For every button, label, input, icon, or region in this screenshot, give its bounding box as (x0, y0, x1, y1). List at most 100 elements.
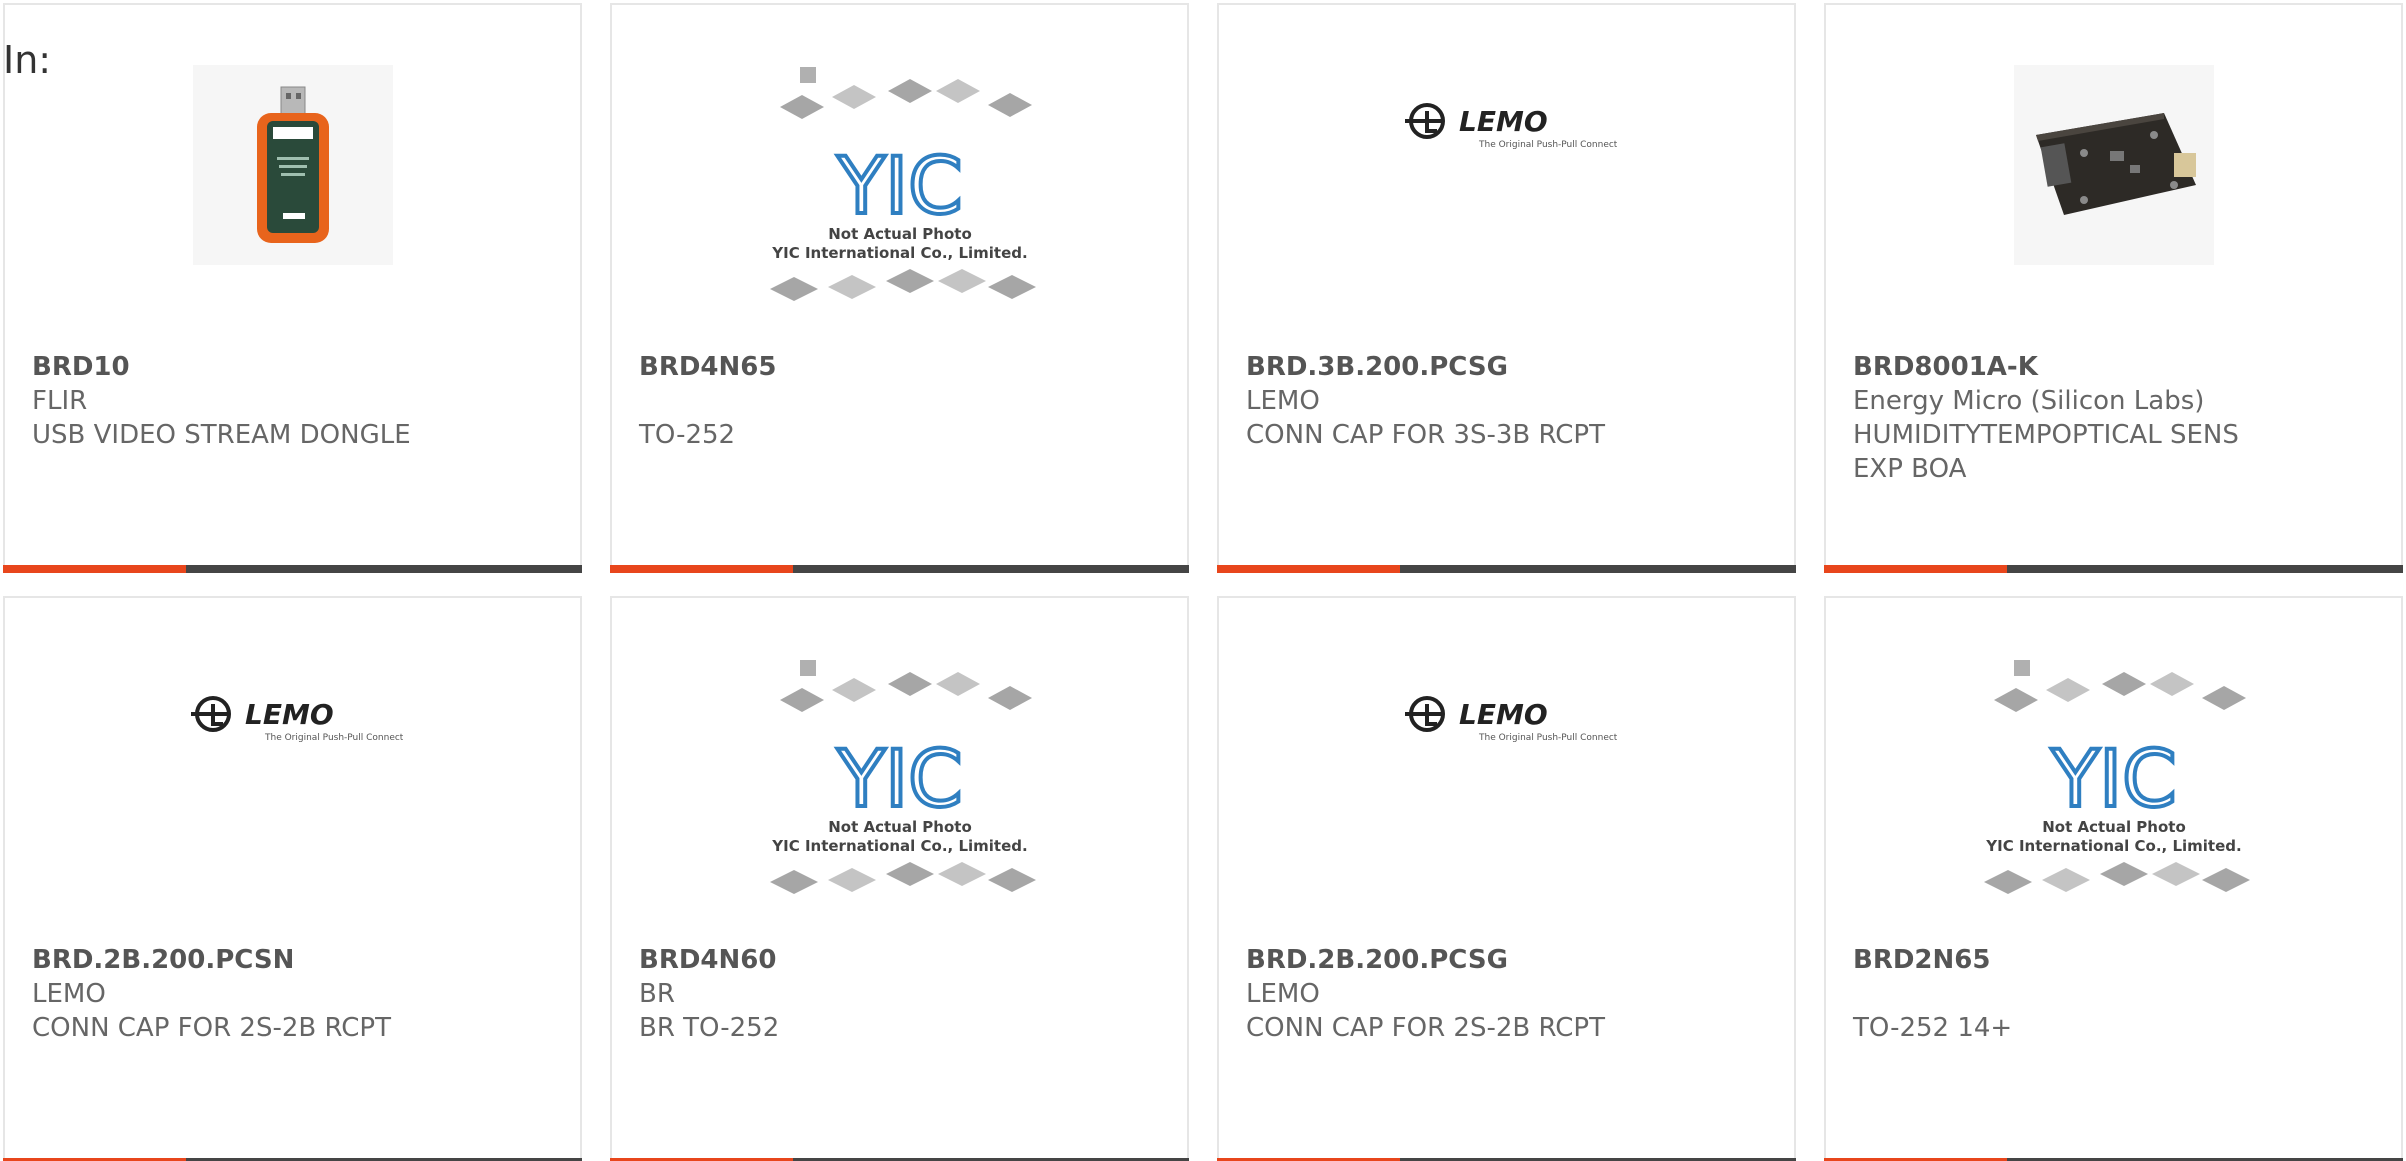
description: CONN CAP FOR 2S-2B RCPT (1246, 1013, 1605, 1043)
yic-logo: YIC (836, 735, 962, 825)
chip-icon (2045, 678, 2090, 702)
product-card[interactable]: LEMO The Original Push-Pull Connector BRD… (1217, 3, 1796, 573)
manufacturer: Energy Micro (Silicon Labs) (1853, 386, 2205, 416)
lemo-logo-image: LEMO The Original Push-Pull Connector (190, 696, 403, 743)
product-card[interactable]: LEMO The Original Push-Pull Connector BRD… (3, 596, 582, 1161)
manufacturer: FLIR (32, 386, 88, 416)
description: CONN CAP FOR 3S-3B RCPT (1246, 420, 1605, 450)
yic-logo: YIC (836, 142, 962, 232)
part-number[interactable]: BRD.3B.200.PCSG (1246, 350, 1774, 384)
part-number[interactable]: BRD.2B.200.PCSG (1246, 943, 1774, 977)
manufacturer: LEMO (1246, 979, 1320, 1009)
manufacturer: LEMO (32, 979, 106, 1009)
chip-icon (885, 862, 934, 886)
chip-icon (885, 269, 934, 293)
usb-dongle-photo (192, 65, 393, 265)
yic-company-text: YIC International Co., Limited. (771, 244, 1027, 262)
part-number[interactable]: BRD8001A-K (1853, 350, 2381, 384)
lemo-logo: LEMO The Original Push-Pull Connector (1404, 696, 1617, 743)
lemo-tagline: The Original Push-Pull Connector (1478, 733, 1617, 743)
product-image[interactable]: LEMO The Original Push-Pull Connector (1219, 65, 1794, 345)
product-card[interactable]: YIC Not Actual Photo YIC International Co.… (610, 596, 1189, 1161)
manufacturer: LEMO (1246, 386, 1320, 416)
product-card[interactable]: YIC Not Actual Photo YIC International Co.… (610, 3, 1189, 573)
manufacturer (639, 384, 1167, 418)
not-actual-photo-text: Not Actual Photo (828, 225, 972, 243)
product-image[interactable]: LEMO The Original Push-Pull Connector (1219, 658, 1794, 938)
description-continued: EXP BOA (1853, 454, 1967, 484)
yic-company-text: YIC International Co., Limited. (771, 837, 1027, 855)
part-number[interactable]: BRD.2B.200.PCSN (32, 943, 560, 977)
product-image[interactable]: YIC Not Actual Photo YIC International Co.… (612, 658, 1187, 938)
chip-icon (887, 672, 932, 696)
card-bottom-bar (610, 565, 1189, 573)
card-accent-bar (1824, 565, 2007, 573)
product-card[interactable]: BRD8001A-K Energy Micro (Silicon Labs) H… (1824, 3, 2403, 573)
chip-icon (827, 275, 876, 299)
description: HUMIDITYTEMPOPTICAL SENS (1853, 420, 2239, 450)
yic-company-text: YIC International Co., Limited. (1985, 837, 2241, 855)
product-image[interactable] (5, 65, 580, 345)
chip-icon (987, 686, 1032, 710)
chip-icon (769, 277, 818, 301)
chip-icon (2149, 672, 2194, 696)
yic-logo: YIC (2050, 735, 2176, 825)
card-bottom-bar (3, 565, 582, 573)
lemo-name: LEMO (1459, 105, 1548, 138)
in-label: In: (3, 38, 52, 82)
lemo-name: LEMO (245, 698, 334, 731)
description: BR TO-252 (639, 1013, 780, 1043)
chip-icon (2099, 862, 2148, 886)
not-actual-photo-text: Not Actual Photo (2042, 818, 2186, 836)
chip-icon (831, 85, 876, 109)
chip-icon (779, 688, 824, 712)
chip-icon (769, 870, 818, 894)
not-actual-photo-text: Not Actual Photo (828, 818, 972, 836)
product-card[interactable]: YIC Not Actual Photo YIC International Co.… (1824, 596, 2403, 1161)
description: TO-252 (639, 420, 736, 450)
lemo-tagline: The Original Push-Pull Connector (264, 733, 403, 743)
part-number[interactable]: BRD4N60 (639, 943, 1167, 977)
yic-placeholder-image: YICNot Actual PhotoYIC International Co.… (769, 67, 1036, 301)
lemo-tagline: The Original Push-Pull Connector (1478, 140, 1617, 150)
card-accent-bar (1217, 565, 1400, 573)
chip-icon (831, 678, 876, 702)
card-bottom-bar (1217, 565, 1796, 573)
product-grid-page: In: BRD10 FLIR USB VIDEO STREAM DONGLE Y… (0, 0, 2406, 1161)
chip-icon (2101, 672, 2146, 696)
product-image[interactable]: YIC Not Actual Photo YIC International Co.… (612, 65, 1187, 345)
product-card[interactable]: BRD10 FLIR USB VIDEO STREAM DONGLE (3, 3, 582, 573)
part-number[interactable]: BRD4N65 (639, 350, 1167, 384)
lemo-logo-image: LEMO The Original Push-Pull Connector (1404, 696, 1617, 743)
card-accent-bar (3, 565, 186, 573)
yic-placeholder-image: YICNot Actual PhotoYIC International Co.… (1983, 660, 2250, 894)
lemo-logo-image: LEMO The Original Push-Pull Connector (1404, 103, 1617, 150)
chip-icon (779, 95, 824, 119)
chip-icon (827, 868, 876, 892)
chip-icon (1993, 688, 2038, 712)
chip-icon (2201, 686, 2246, 710)
lemo-name: LEMO (1459, 698, 1548, 731)
yic-placeholder-image: YICNot Actual PhotoYIC International Co.… (769, 660, 1036, 894)
chip-icon (937, 269, 986, 293)
card-bottom-bar (1824, 565, 2403, 573)
chip-icon (987, 868, 1036, 892)
part-number[interactable]: BRD2N65 (1853, 943, 2381, 977)
chip-icon (937, 862, 986, 886)
product-card[interactable]: LEMO The Original Push-Pull Connector BRD… (1217, 596, 1796, 1161)
lemo-logo: LEMO The Original Push-Pull Connector (1404, 103, 1617, 150)
chip-icon (1983, 870, 2032, 894)
chip-icon (987, 93, 1032, 117)
product-image[interactable]: LEMO The Original Push-Pull Connector (5, 658, 580, 938)
chip-icon (935, 672, 980, 696)
card-accent-bar (610, 565, 793, 573)
manufacturer (1853, 977, 2381, 1011)
chip-icon (2041, 868, 2090, 892)
chip-icon (887, 79, 932, 103)
product-image[interactable] (1826, 65, 2401, 345)
product-image[interactable]: YIC Not Actual Photo YIC International Co.… (1826, 658, 2401, 938)
manufacturer: BR (639, 979, 675, 1009)
part-number[interactable]: BRD10 (32, 350, 560, 384)
chip-icon (935, 79, 980, 103)
description: USB VIDEO STREAM DONGLE (32, 420, 411, 450)
